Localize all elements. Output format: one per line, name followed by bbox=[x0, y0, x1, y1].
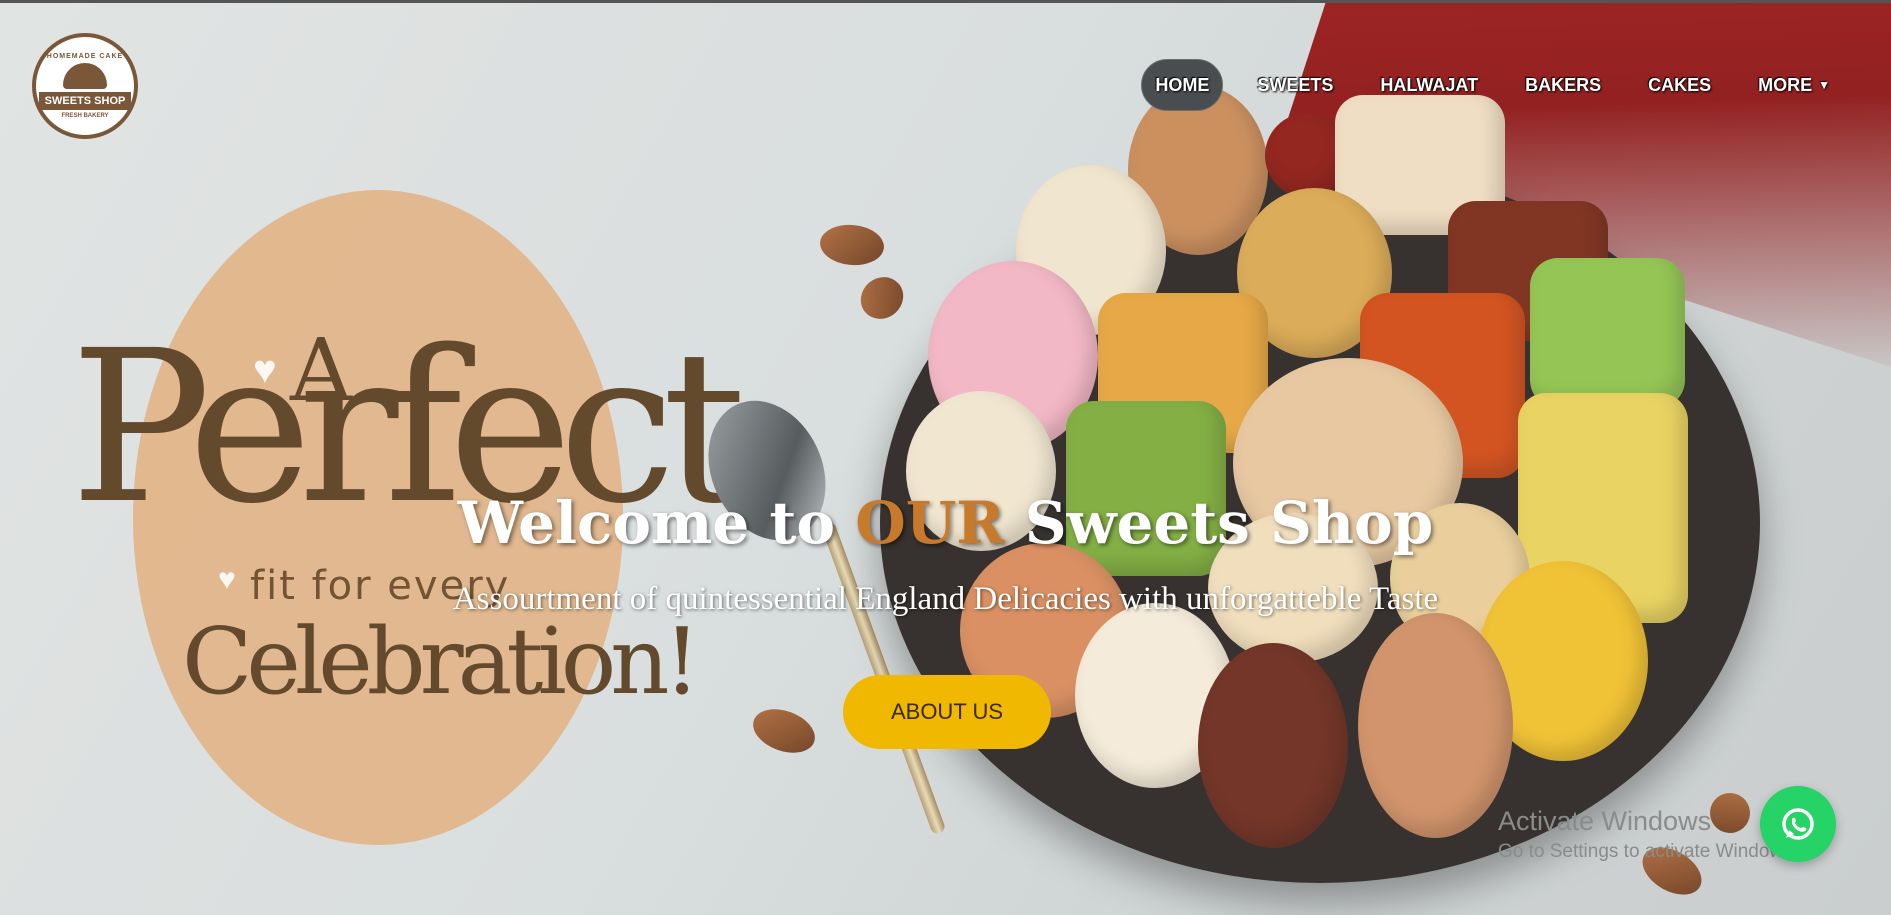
watermark-title: Activate Windows bbox=[1498, 806, 1712, 836]
croissant-icon bbox=[63, 63, 107, 89]
logo-top-text: HOMEMADE CAKE bbox=[46, 53, 124, 60]
nav-label: HOME bbox=[1155, 74, 1210, 95]
nav-item-home[interactable]: HOME bbox=[1141, 59, 1224, 111]
nav-item-more-dropdown[interactable]: MORE ▼ bbox=[1745, 59, 1843, 111]
about-us-button[interactable]: ABOUT US bbox=[843, 675, 1051, 749]
headline-accent: OUR bbox=[855, 489, 1005, 557]
nav-item-sweets[interactable]: SWEETS bbox=[1244, 59, 1346, 111]
nav-label: MORE bbox=[1758, 74, 1813, 95]
headline-pre: Welcome to bbox=[457, 489, 856, 557]
nav-label: BAKERS bbox=[1525, 74, 1602, 95]
whatsapp-icon bbox=[1782, 808, 1814, 840]
nav-item-halwajat[interactable]: HALWAJAT bbox=[1367, 59, 1491, 111]
caret-down-icon: ▼ bbox=[1818, 78, 1830, 92]
hero-section: ♥ ♥ A Perfect fit for every Celebration!… bbox=[0, 0, 1891, 915]
logo-name: SWEETS SHOP bbox=[38, 92, 132, 110]
activate-windows-watermark: Activate Windows Go to Settings to activ… bbox=[1498, 806, 1798, 863]
nav-label: CAKES bbox=[1648, 74, 1712, 95]
nav-item-bakers[interactable]: BAKERS bbox=[1512, 59, 1614, 111]
site-logo[interactable]: HOMEMADE CAKE SWEETS SHOP FRESH BAKERY bbox=[32, 33, 138, 139]
watermark-subtitle: Go to Settings to activate Windows. bbox=[1498, 841, 1798, 862]
main-nav: HOME SWEETS HALWAJAT BAKERS CAKES MORE ▼ bbox=[1120, 59, 1843, 111]
whatsapp-button[interactable] bbox=[1760, 786, 1836, 862]
nav-label: HALWAJAT bbox=[1380, 74, 1479, 95]
hero-overlay bbox=[0, 3, 1891, 915]
logo-bottom-text: FRESH BAKERY bbox=[61, 113, 109, 119]
nav-label: SWEETS bbox=[1257, 74, 1334, 95]
headline-post: Sweets Shop bbox=[1004, 489, 1434, 557]
nav-item-cakes[interactable]: CAKES bbox=[1635, 59, 1724, 111]
hero-headline: Welcome to OUR Sweets Shop bbox=[0, 489, 1891, 557]
hero-subtitle: Assourtment of quintessential England De… bbox=[452, 581, 1439, 617]
